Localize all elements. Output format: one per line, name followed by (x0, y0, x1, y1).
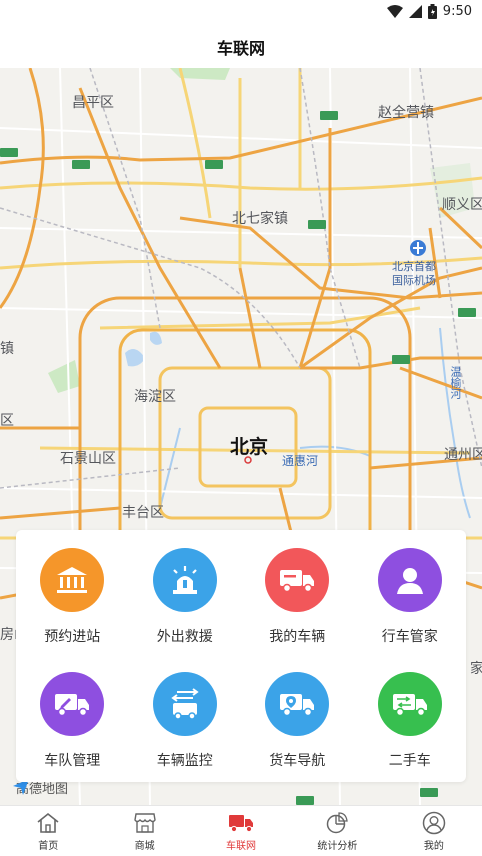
service-navigation[interactable]: 货车导航 (241, 654, 354, 778)
service-fleet-label: 车队管理 (44, 753, 101, 769)
service-monitor-label: 车辆监控 (156, 753, 213, 769)
navigation-truck-icon (278, 690, 316, 718)
nav-store[interactable]: 商城 (96, 806, 192, 856)
service-monitor-badge (152, 672, 217, 736)
nav-home-label: 首页 (38, 841, 59, 852)
service-appointment-label: 预约进站 (44, 629, 101, 645)
map-label-changping: 昌平区 (72, 95, 114, 111)
status-bar: 9:50 (0, 0, 482, 26)
person-icon (395, 565, 425, 595)
map-label-zhen-left: 镇 (0, 341, 14, 357)
map-label-zhaoquanying: 赵全营镇 (378, 105, 434, 121)
fleet-edit-icon (53, 690, 91, 718)
nav-statistics[interactable]: 统计分析 (289, 806, 385, 856)
trade-truck-icon (391, 690, 429, 718)
store-icon (133, 810, 157, 836)
bank-icon (55, 565, 89, 595)
profile-icon (422, 810, 446, 836)
service-appointment-badge (40, 548, 105, 612)
nav-mine-label: 我的 (423, 841, 444, 852)
status-time: 9:50 (442, 4, 472, 19)
service-used-cars-badge (377, 672, 442, 736)
service-my-vehicles[interactable]: 我的车辆 (241, 530, 354, 654)
home-icon (36, 810, 60, 836)
map-label-beijing: 北京 (230, 436, 269, 458)
nav-iov-label: 车联网 (226, 841, 257, 852)
nav-store-label: 商城 (134, 841, 155, 852)
nav-home[interactable]: 首页 (0, 806, 96, 856)
service-rescue-badge (152, 548, 217, 612)
battery-icon (427, 4, 437, 19)
service-driving-steward[interactable]: 行车管家 (354, 530, 467, 654)
monitor-arrows-icon (167, 688, 203, 720)
service-used-cars[interactable]: 二手车 (354, 654, 467, 778)
map-label-beiqijia: 北七家镇 (232, 211, 288, 227)
service-fleet[interactable]: 车队管理 (16, 654, 129, 778)
service-used-cars-label: 二手车 (388, 753, 431, 769)
map-label-tongzhou: 通州区 (444, 447, 482, 463)
app-header: 车联网 (0, 26, 482, 68)
nav-statistics-label: 统计分析 (317, 841, 358, 852)
map-label-airport-line2: 国际机场 (392, 274, 436, 287)
service-driving-steward-label: 行车管家 (381, 629, 438, 645)
service-fleet-badge (40, 672, 105, 736)
map-label-airport-line1: 北京首都 (392, 260, 436, 273)
map-label-fengtai: 丰台区 (122, 505, 164, 521)
service-my-vehicles-label: 我的车辆 (269, 629, 326, 645)
truck-icon (278, 566, 316, 594)
wifi-icon (386, 5, 403, 18)
map-label-qu-left: 区 (0, 413, 14, 429)
bottom-nav: 首页 商城 车联网 统计分析 我的 (0, 805, 482, 856)
rescue-light-icon (168, 564, 202, 596)
status-icons: 9:50 (386, 4, 472, 19)
map-label-haidian: 海淀区 (134, 389, 176, 405)
service-my-vehicles-badge (265, 548, 330, 612)
map-label-tonghui: 通惠河 (282, 454, 319, 468)
service-monitor[interactable]: 车辆监控 (129, 654, 242, 778)
map-label-shijingshan: 石景山区 (60, 451, 116, 467)
nav-mine[interactable]: 我的 (386, 806, 482, 856)
map-label-shunyi: 顺义区 (442, 197, 482, 213)
service-navigation-badge (265, 672, 330, 736)
pie-chart-icon (325, 810, 349, 836)
service-rescue-label: 外出救援 (156, 629, 213, 645)
nav-iov[interactable]: 车联网 (193, 806, 289, 856)
map-label-wenyu: 温榆河 (449, 366, 462, 399)
service-rescue[interactable]: 外出救援 (129, 530, 242, 654)
map-label-airport: 北京首都 国际机场 (392, 260, 436, 288)
page-title: 车联网 (216, 39, 265, 58)
services-panel: 预约进站 外出救援 我的车辆 行车管家 车队管理 车辆监控 货车导航 二手车 (16, 530, 466, 782)
service-appointment[interactable]: 预约进站 (16, 530, 129, 654)
signal-icon (408, 5, 422, 18)
truck-nav-icon (228, 810, 254, 836)
service-driving-steward-badge (377, 548, 442, 612)
service-navigation-label: 货车导航 (269, 753, 326, 769)
map-label-jia-right: 家 (470, 661, 482, 677)
